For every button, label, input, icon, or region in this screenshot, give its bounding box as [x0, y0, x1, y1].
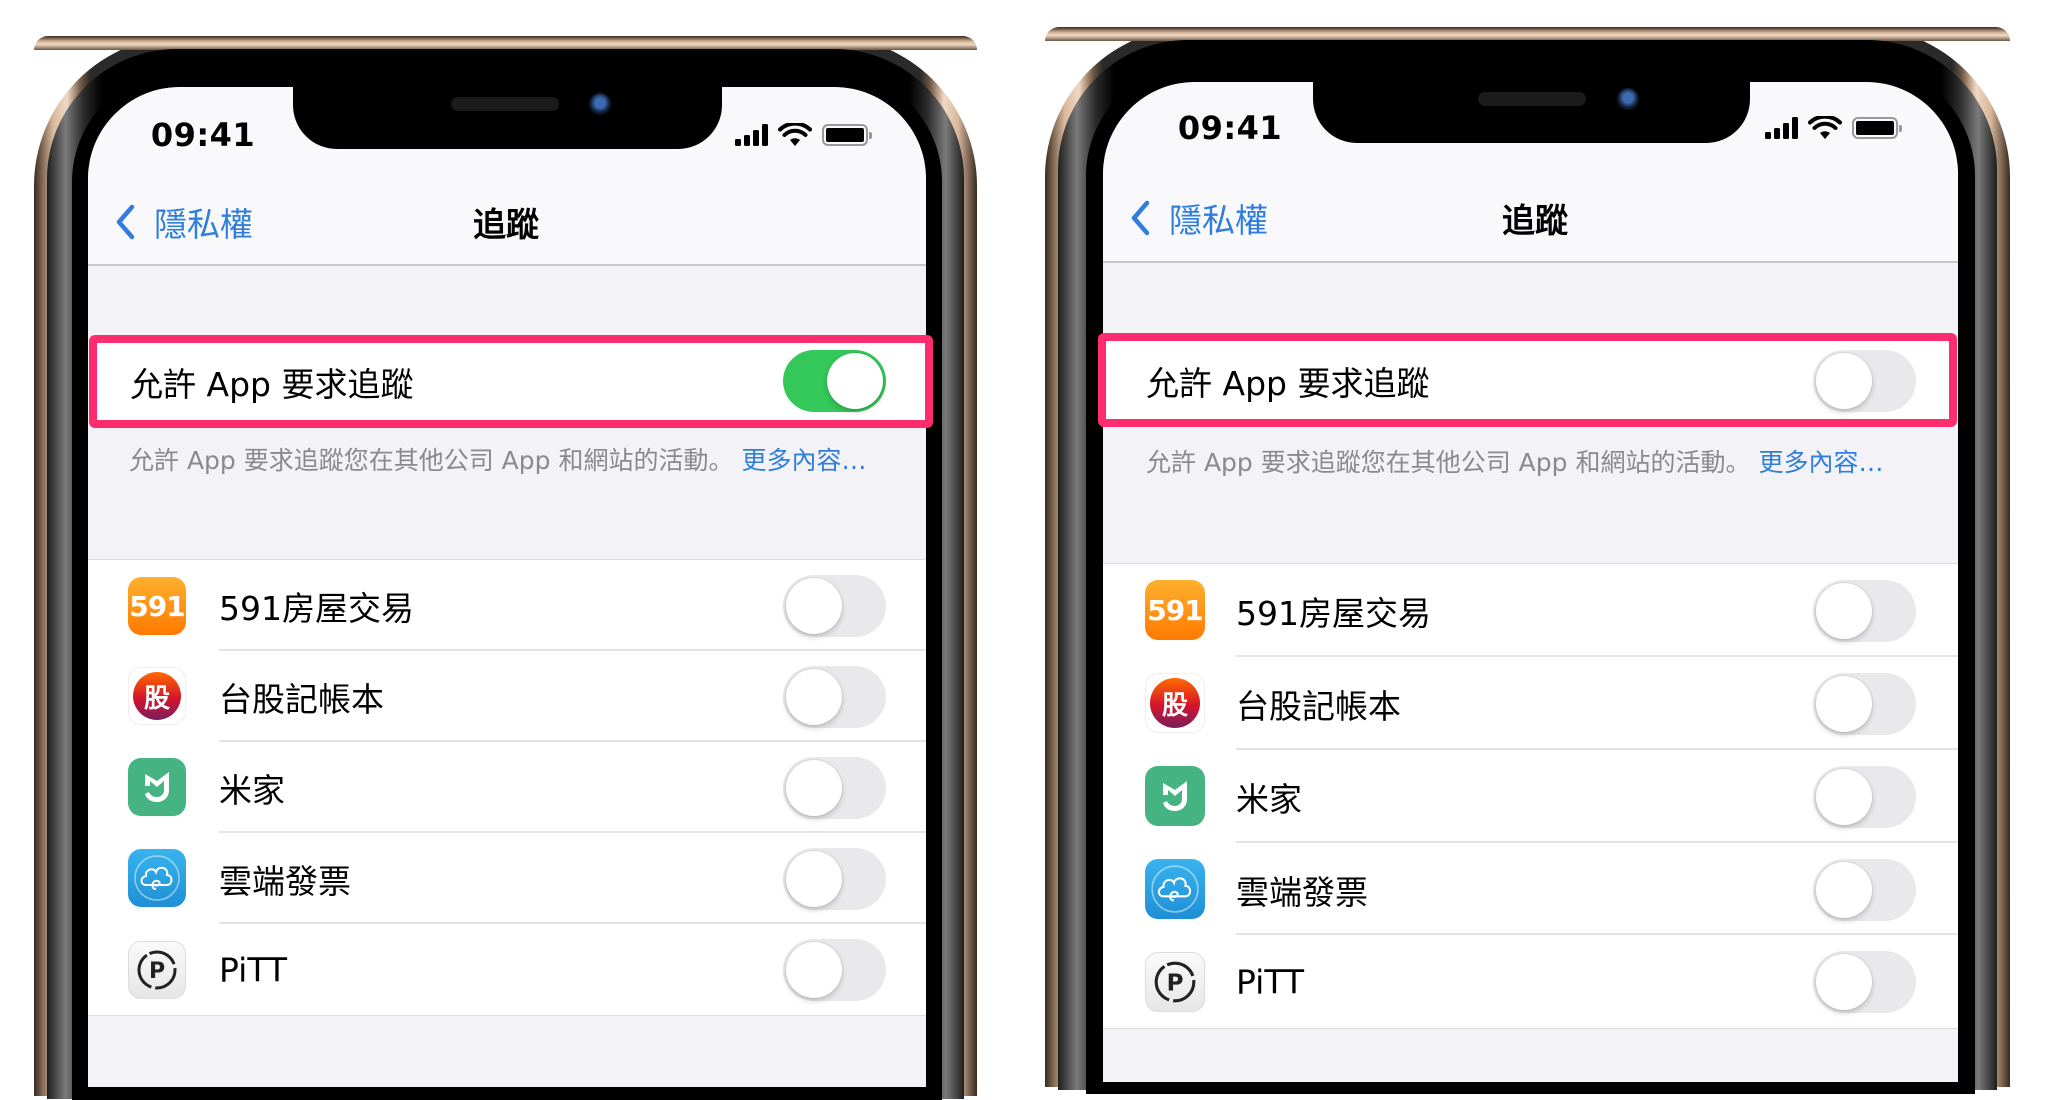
mijia-app-icon [128, 758, 186, 816]
front-camera [1617, 88, 1639, 110]
591-app-icon: 591 [1145, 580, 1205, 640]
list-item: 591 591房屋交易 [88, 560, 926, 651]
591-app-icon: 591 [128, 577, 186, 635]
back-button[interactable]: 隱私權 [114, 198, 253, 246]
pitt-app-icon: P [128, 941, 186, 999]
list-item: 米家 [88, 742, 926, 833]
status-icons [1765, 116, 1902, 140]
toggle-knob [1816, 353, 1872, 409]
learn-more-link[interactable]: 更多內容… [741, 446, 866, 475]
stock-app-icon: 股 [1145, 673, 1205, 733]
back-button[interactable]: 隱私權 [1129, 194, 1268, 242]
app-tracking-toggle[interactable] [783, 575, 886, 637]
app-name: 591房屋交易 [1236, 594, 1431, 633]
list-item: 米家 [1103, 750, 1958, 843]
app-tracking-toggle[interactable] [783, 848, 886, 910]
pitt-logo-icon: P [137, 950, 177, 990]
tracking-footer: 允許 App 要求追蹤您在其他公司 App 和網站的活動。 更多內容… [1146, 446, 1886, 479]
app-name: PiTT [1236, 962, 1305, 1002]
app-tracking-toggle[interactable] [1813, 580, 1916, 642]
app-list: 591 591房屋交易 股 台股記帳本 米家 雲端發票 P PiTT [88, 559, 926, 1016]
pitt-app-icon: P [1145, 952, 1205, 1012]
list-item: 591 591房屋交易 [1103, 564, 1958, 657]
cloud-invoice-app-icon [1145, 859, 1205, 919]
app-name: 雲端發票 [1236, 873, 1368, 912]
toggle-knob [786, 851, 842, 907]
cellular-signal-icon [735, 124, 768, 146]
chevron-left-icon [116, 204, 135, 240]
stock-app-icon: 股 [128, 667, 186, 725]
toggle-knob [1816, 583, 1872, 639]
toggle-knob [786, 942, 842, 998]
toggle-knob [1816, 676, 1872, 732]
cloud-icon [1151, 865, 1199, 913]
battery-icon [822, 124, 872, 146]
toggle-knob [827, 353, 883, 409]
status-icons [735, 123, 872, 147]
tracking-footer: 允許 App 要求追蹤您在其他公司 App 和網站的活動。 更多內容… [129, 444, 869, 477]
notch [1313, 82, 1750, 143]
speaker [1478, 92, 1586, 106]
toggle-knob [1816, 769, 1872, 825]
app-name: 米家 [219, 771, 285, 810]
app-name: 台股記帳本 [1236, 687, 1401, 726]
speaker [451, 97, 559, 111]
mijia-logo-icon [1163, 781, 1187, 811]
app-name: 米家 [1236, 780, 1302, 819]
status-time: 09:41 [1177, 109, 1283, 147]
status-time: 09:41 [150, 116, 256, 154]
learn-more-link[interactable]: 更多內容… [1758, 448, 1883, 477]
app-name: 雲端發票 [219, 862, 351, 901]
app-name: 台股記帳本 [219, 680, 384, 719]
toggle-knob [786, 760, 842, 816]
toggle-knob [786, 669, 842, 725]
footer-text: 允許 App 要求追蹤您在其他公司 App 和網站的活動。 [129, 446, 734, 475]
app-tracking-toggle[interactable] [783, 939, 886, 1001]
allow-tracking-label: 允許 App 要求追蹤 [1146, 364, 1430, 403]
app-tracking-toggle[interactable] [1813, 673, 1916, 735]
list-item: 股 台股記帳本 [88, 651, 926, 742]
back-label: 隱私權 [1169, 201, 1268, 240]
cellular-signal-icon [1765, 117, 1798, 139]
app-name: PiTT [219, 950, 288, 990]
toggle-knob [1816, 954, 1872, 1010]
mijia-logo-icon [145, 772, 169, 802]
list-item: P PiTT [1103, 935, 1958, 1028]
cloud-invoice-app-icon [128, 849, 186, 907]
stock-icon-disc: 股 [132, 671, 182, 721]
app-tracking-toggle[interactable] [1813, 859, 1916, 921]
chevron-left-icon [1131, 200, 1150, 236]
cloud-icon [134, 855, 180, 901]
app-tracking-toggle[interactable] [1813, 951, 1916, 1013]
wifi-icon [778, 123, 812, 146]
page-title: 追蹤 [1502, 201, 1568, 240]
app-list: 591 591房屋交易 股 台股記帳本 米家 雲端發票 P PiTT [1103, 563, 1958, 1029]
battery-icon [1852, 117, 1902, 139]
mijia-app-icon [1145, 766, 1205, 826]
pitt-logo-icon: P [1154, 961, 1196, 1003]
footer-text: 允許 App 要求追蹤您在其他公司 App 和網站的活動。 [1146, 448, 1751, 477]
front-camera [589, 93, 611, 115]
list-item: P PiTT [88, 924, 926, 1015]
app-tracking-toggle[interactable] [1813, 766, 1916, 828]
pitt-logo-letter: P [149, 959, 165, 984]
stock-icon-disc: 股 [1150, 678, 1200, 728]
back-label: 隱私權 [154, 205, 253, 244]
pitt-logo-letter: P [1167, 970, 1184, 996]
notch [293, 87, 722, 149]
list-item: 雲端發票 [88, 833, 926, 924]
app-name: 591房屋交易 [219, 589, 414, 628]
app-tracking-toggle[interactable] [783, 666, 886, 728]
allow-tracking-toggle[interactable] [1813, 350, 1916, 412]
wifi-icon [1808, 116, 1842, 139]
allow-tracking-label: 允許 App 要求追蹤 [130, 365, 414, 404]
toggle-knob [786, 578, 842, 634]
app-tracking-toggle[interactable] [783, 757, 886, 819]
allow-tracking-toggle[interactable] [783, 350, 886, 412]
list-item: 股 台股記帳本 [1103, 657, 1958, 750]
toggle-knob [1816, 862, 1872, 918]
page-title: 追蹤 [473, 205, 539, 244]
list-item: 雲端發票 [1103, 843, 1958, 935]
